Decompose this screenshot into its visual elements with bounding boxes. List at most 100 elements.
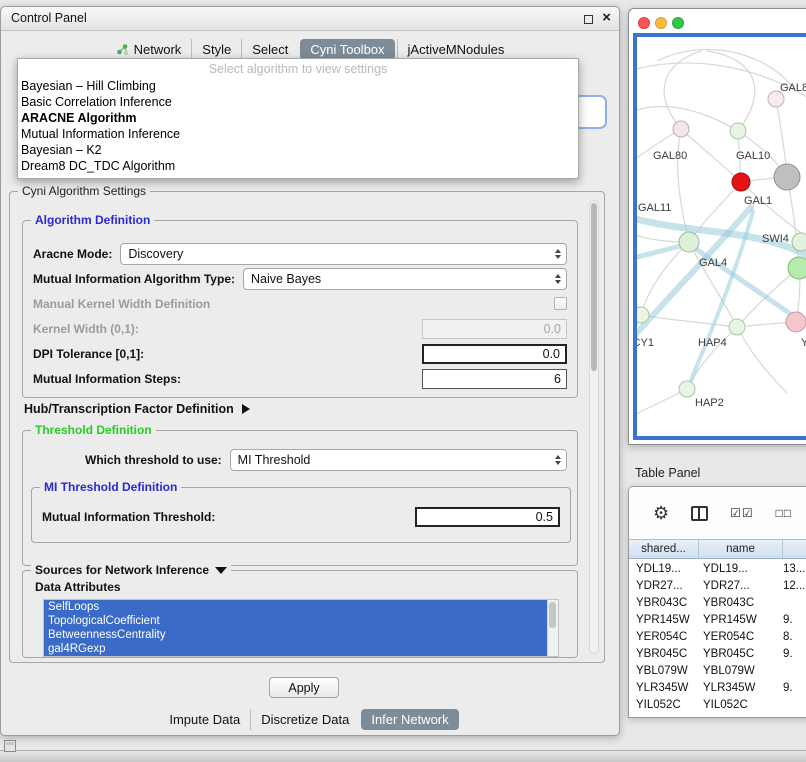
tab-style[interactable]: Style (191, 39, 241, 60)
close-icon[interactable]: × (602, 9, 611, 26)
network-node[interactable] (774, 164, 800, 190)
gear-icon[interactable]: ⚙ (653, 504, 669, 522)
algorithm-definition-title: Algorithm Definition (31, 213, 154, 227)
network-view-window: GAL80GAL80GAL10GAL11GAL1SWI4GAL4GCY1HAP4… (628, 8, 806, 445)
network-node[interactable] (786, 312, 806, 332)
table-cell: YLR345W (629, 682, 699, 694)
hub-definition-toggle[interactable]: Hub/Transcription Factor Definition (24, 402, 250, 416)
network-node[interactable] (730, 123, 746, 139)
attribute-item-gal4rgexp[interactable]: gal4RGexp (44, 642, 547, 656)
mi-steps-field[interactable]: 6 (422, 369, 567, 389)
mi-steps-label: Mutual Information Steps: (33, 372, 181, 386)
table-cell: YBR043C (629, 597, 699, 609)
columns-icon[interactable] (691, 506, 708, 521)
table-row[interactable]: YBR043CYBR043C (629, 594, 806, 611)
table-cell: YDR27... (629, 580, 699, 592)
table-row[interactable]: YDR27...YDR27...12... (629, 577, 806, 594)
select-all-columns-icon[interactable]: ☑☑ (730, 506, 754, 520)
column-header-shared-name[interactable]: shared... (629, 540, 699, 558)
mi-threshold-field[interactable]: 0.5 (415, 507, 560, 527)
dropdown-item-mutual-information[interactable]: Mutual Information Inference (18, 126, 578, 142)
scrollbar-thumb[interactable] (549, 602, 556, 628)
table-cell: YIL052C (629, 699, 699, 711)
table-cell: YBR045C (699, 648, 783, 660)
mi-algorithm-type-label: Mutual Information Algorithm Type: (33, 272, 235, 286)
attribute-item-betweennesscentrality[interactable]: BetweennessCentrality (44, 628, 547, 642)
minimize-traffic-light[interactable] (655, 17, 667, 29)
attribute-item-topologicalcoefficient[interactable]: TopologicalCoefficient (44, 614, 547, 628)
data-attributes-list: SelfLoops TopologicalCoefficient Between… (43, 599, 559, 657)
network-edge (737, 327, 787, 393)
table-cell: YBL079W (629, 665, 699, 677)
table-row[interactable]: YDL19...YDL19...13... (629, 560, 806, 577)
algorithm-dropdown-list: Select algorithm to view settings Bayesi… (17, 58, 579, 179)
tab-label: Style (202, 42, 231, 57)
sources-group: Sources for Network Inference Data Attri… (22, 570, 578, 658)
table-cell: YIL052C (699, 699, 783, 711)
table-row[interactable]: YLR345WYLR345W9. (629, 679, 806, 696)
settings-scrollbar[interactable] (589, 200, 599, 654)
control-panel-titlebar[interactable]: Control Panel × (1, 7, 619, 31)
table-cell: YBR043C (699, 597, 783, 609)
network-node[interactable] (788, 257, 806, 279)
network-node[interactable] (637, 307, 649, 323)
tab-impute-data[interactable]: Impute Data (159, 709, 250, 730)
table-cell: YDL19... (629, 563, 699, 575)
tab-infer-network[interactable]: Infer Network (361, 709, 458, 730)
sources-toggle[interactable]: Sources for Network Inference (31, 563, 231, 577)
table-cell: 13... (783, 563, 806, 575)
aracne-mode-row: Aracne Mode: Discovery (23, 241, 577, 266)
chevron-down-icon (215, 567, 227, 574)
table-row[interactable]: YBR045CYBR045C9. (629, 645, 806, 662)
dpi-tolerance-field[interactable]: 0.0 (422, 344, 567, 364)
which-threshold-value: MI Threshold (238, 453, 311, 467)
tab-network[interactable]: Network (106, 39, 192, 60)
minimized-panel-icon[interactable] (4, 740, 16, 752)
float-window-icon[interactable] (584, 15, 593, 24)
mi-algorithm-type-select[interactable]: Naive Bayes (243, 268, 567, 290)
attribute-item-selfloops[interactable]: SelfLoops (44, 600, 547, 614)
stepper-icon (555, 274, 561, 284)
aracne-mode-select[interactable]: Discovery (120, 243, 567, 265)
table-panel-window: ⚙ ☑☑ □□ shared... name YDL19...YDL19...1… (628, 486, 806, 718)
network-node[interactable] (729, 319, 745, 335)
network-node-label: GAL80 (780, 82, 806, 94)
tab-discretize-data[interactable]: Discretize Data (250, 709, 359, 730)
close-traffic-light[interactable] (638, 17, 650, 29)
column-header-clipped[interactable] (783, 540, 806, 558)
network-node[interactable] (732, 173, 750, 191)
dropdown-item-aracne[interactable]: ARACNE Algorithm (18, 110, 578, 126)
column-header-name[interactable]: name (699, 540, 783, 558)
dpi-tolerance-row: DPI Tolerance [0,1]: 0.0 (23, 341, 577, 366)
table-row[interactable]: YIL052CYIL052C (629, 696, 806, 713)
mi-threshold-definition-group: MI Threshold Definition Mutual Informati… (31, 487, 571, 543)
hub-definition-label: Hub/Transcription Factor Definition (24, 402, 234, 416)
scrollbar-thumb[interactable] (591, 203, 597, 371)
tab-cyni-toolbox[interactable]: Cyni Toolbox (300, 39, 394, 60)
sources-title: Sources for Network Inference (35, 563, 209, 577)
table-cell: YER054C (629, 631, 699, 643)
table-row[interactable]: YER054CYER054C8. (629, 628, 806, 645)
dropdown-item-bayesian-k2[interactable]: Bayesian – K2 (18, 142, 578, 158)
dropdown-item-basic-correlation[interactable]: Basic Correlation Inference (18, 94, 578, 110)
manual-kernel-checkbox[interactable] (554, 297, 567, 310)
network-node[interactable] (673, 121, 689, 137)
network-node[interactable] (792, 233, 806, 251)
deselect-all-columns-icon[interactable]: □□ (776, 506, 793, 520)
dropdown-item-bayesian-hill-climbing[interactable]: Bayesian – Hill Climbing (18, 78, 578, 94)
network-node[interactable] (679, 232, 699, 252)
dropdown-item-dream8[interactable]: Dream8 DC_TDC Algorithm (18, 158, 578, 174)
attribute-list-scrollbar[interactable] (547, 600, 558, 656)
tab-label: Discretize Data (261, 712, 349, 727)
table-row[interactable]: YBL079WYBL079W (629, 662, 806, 679)
table-toolbar: ⚙ ☑☑ □□ (629, 487, 806, 539)
table-row[interactable]: YPR145WYPR145W9. (629, 611, 806, 628)
tab-jactivemnodules[interactable]: jActiveMNodules (397, 39, 515, 60)
tab-select[interactable]: Select (241, 39, 298, 60)
apply-button[interactable]: Apply (269, 677, 339, 698)
which-threshold-select[interactable]: MI Threshold (230, 449, 567, 471)
network-node[interactable] (679, 381, 695, 397)
network-canvas[interactable]: GAL80GAL80GAL10GAL11GAL1SWI4GAL4GCY1HAP4… (637, 37, 806, 440)
table-panel-title: Table Panel (635, 466, 700, 480)
zoom-traffic-light[interactable] (672, 17, 684, 29)
